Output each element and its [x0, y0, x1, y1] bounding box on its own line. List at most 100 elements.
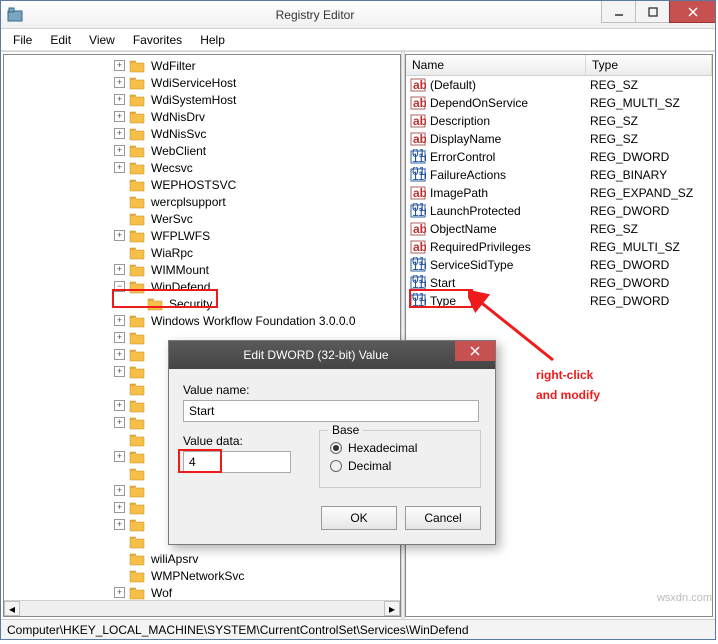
expand-icon[interactable]: + [114, 60, 125, 71]
tree-item[interactable]: + WFPLWFS [114, 227, 400, 244]
scroll-right-icon[interactable]: ▸ [384, 601, 400, 616]
expand-icon[interactable]: + [114, 485, 125, 496]
menu-file[interactable]: File [5, 31, 40, 49]
expand-icon[interactable]: − [114, 281, 125, 292]
tree-item[interactable]: wercplsupport [114, 193, 400, 210]
expand-icon[interactable]: + [114, 349, 125, 360]
tree-item[interactable]: WiaRpc [114, 244, 400, 261]
tree-item[interactable]: Security [114, 295, 400, 312]
expand-icon[interactable]: + [114, 94, 125, 105]
svg-text:110: 110 [412, 259, 426, 273]
list-row[interactable]: 011110ServiceSidTypeREG_DWORD [406, 256, 712, 274]
value-type: REG_BINARY [586, 167, 712, 183]
tree-item-label: Wof [149, 586, 174, 600]
tree-item[interactable]: +Windows Workflow Foundation 3.0.0.0 [114, 312, 400, 329]
list-header: Name Type [406, 55, 712, 76]
tree-item[interactable]: wiliApsrv [114, 550, 400, 567]
menu-help[interactable]: Help [192, 31, 233, 49]
tree-item[interactable]: +WIMMount [114, 261, 400, 278]
list-row[interactable]: abDisplayNameREG_SZ [406, 130, 712, 148]
tree-hscroll[interactable]: ◂ ▸ [4, 600, 400, 616]
expand-icon[interactable]: + [114, 162, 125, 173]
tree-item-label: wercplsupport [149, 195, 228, 209]
close-button[interactable] [669, 1, 715, 23]
binary-icon: 011110 [410, 293, 426, 309]
list-row[interactable]: 011110LaunchProtectedREG_DWORD [406, 202, 712, 220]
expand-icon[interactable]: + [114, 366, 125, 377]
list-row[interactable]: abRequiredPrivilegesREG_MULTI_SZ [406, 238, 712, 256]
tree-item[interactable]: +WdNisSvc [114, 125, 400, 142]
ok-button[interactable]: OK [321, 506, 397, 530]
tree-item[interactable]: + WdiServiceHost [114, 74, 400, 91]
expand-icon[interactable]: + [114, 145, 125, 156]
folder-icon [129, 518, 145, 532]
string-icon: ab [410, 221, 426, 237]
cancel-button[interactable]: Cancel [405, 506, 481, 530]
string-icon: ab [410, 95, 426, 111]
folder-icon [129, 484, 145, 498]
scroll-track[interactable] [20, 601, 384, 616]
expand-icon[interactable]: + [114, 230, 125, 241]
radio-hex[interactable]: Hexadecimal [330, 441, 470, 455]
radio-dec[interactable]: Decimal [330, 459, 470, 473]
list-row[interactable]: ab(Default)REG_SZ [406, 76, 712, 94]
value-data-label: Value data: [183, 434, 291, 448]
tree-item[interactable]: −WinDefend [114, 278, 400, 295]
expand-icon[interactable]: + [114, 502, 125, 513]
expand-icon[interactable]: + [114, 519, 125, 530]
list-row[interactable]: abDescriptionREG_SZ [406, 112, 712, 130]
list-row[interactable]: abDependOnServiceREG_MULTI_SZ [406, 94, 712, 112]
minimize-button[interactable] [601, 1, 635, 23]
tree-item[interactable]: + Wof [114, 584, 400, 601]
folder-icon [129, 552, 145, 566]
folder-icon [129, 280, 145, 294]
expand-icon[interactable]: + [114, 315, 125, 326]
tree-item[interactable]: + WebClient [114, 142, 400, 159]
dialog-title: Edit DWORD (32-bit) Value [177, 348, 455, 362]
list-row[interactable]: 011110ErrorControlREG_DWORD [406, 148, 712, 166]
expand-icon[interactable]: + [114, 111, 125, 122]
string-icon: ab [410, 77, 426, 93]
maximize-button[interactable] [635, 1, 669, 23]
tree-item[interactable]: +WdNisDrv [114, 108, 400, 125]
tree-item[interactable]: WMPNetworkSvc [114, 567, 400, 584]
svg-text:110: 110 [412, 277, 426, 291]
expand-icon[interactable]: + [114, 77, 125, 88]
expand-icon[interactable]: + [114, 264, 125, 275]
folder-icon [129, 76, 145, 90]
tree-item[interactable]: WEPHOSTSVC [114, 176, 400, 193]
folder-icon [129, 569, 145, 583]
expand-icon[interactable]: + [114, 451, 125, 462]
expand-icon[interactable]: + [114, 587, 125, 598]
value-name-input[interactable] [183, 400, 479, 422]
col-header-name[interactable]: Name [406, 55, 586, 75]
menu-edit[interactable]: Edit [42, 31, 79, 49]
scroll-left-icon[interactable]: ◂ [4, 601, 20, 616]
value-type: REG_DWORD [586, 275, 712, 291]
tree-item-label: WebClient [149, 144, 208, 158]
list-row[interactable]: 011110FailureActionsREG_BINARY [406, 166, 712, 184]
tree-item-label: WdiSystemHost [149, 93, 238, 107]
value-data-input[interactable] [183, 451, 291, 473]
list-row[interactable]: abObjectNameREG_SZ [406, 220, 712, 238]
tree-item-label: WdiServiceHost [149, 76, 238, 90]
list-row[interactable]: abImagePathREG_EXPAND_SZ [406, 184, 712, 202]
list-row[interactable]: 011110TypeREG_DWORD [406, 292, 712, 310]
dialog-close-button[interactable] [455, 341, 495, 361]
tree-item[interactable]: WerSvc [114, 210, 400, 227]
menu-favorites[interactable]: Favorites [125, 31, 190, 49]
expand-icon[interactable]: + [114, 332, 125, 343]
value-name: LaunchProtected [430, 204, 521, 218]
folder-icon [129, 586, 145, 600]
expand-icon[interactable]: + [114, 400, 125, 411]
tree-item[interactable]: +WdFilter [114, 57, 400, 74]
tree-item[interactable]: + WdiSystemHost [114, 91, 400, 108]
list-row[interactable]: 011110StartREG_DWORD [406, 274, 712, 292]
expand-icon[interactable]: + [114, 417, 125, 428]
expand-icon[interactable]: + [114, 128, 125, 139]
tree-item-label: WFPLWFS [149, 229, 212, 243]
menu-view[interactable]: View [81, 31, 123, 49]
col-header-type[interactable]: Type [586, 55, 712, 75]
tree-item[interactable]: +Wecsvc [114, 159, 400, 176]
titlebar: Registry Editor [1, 1, 715, 29]
